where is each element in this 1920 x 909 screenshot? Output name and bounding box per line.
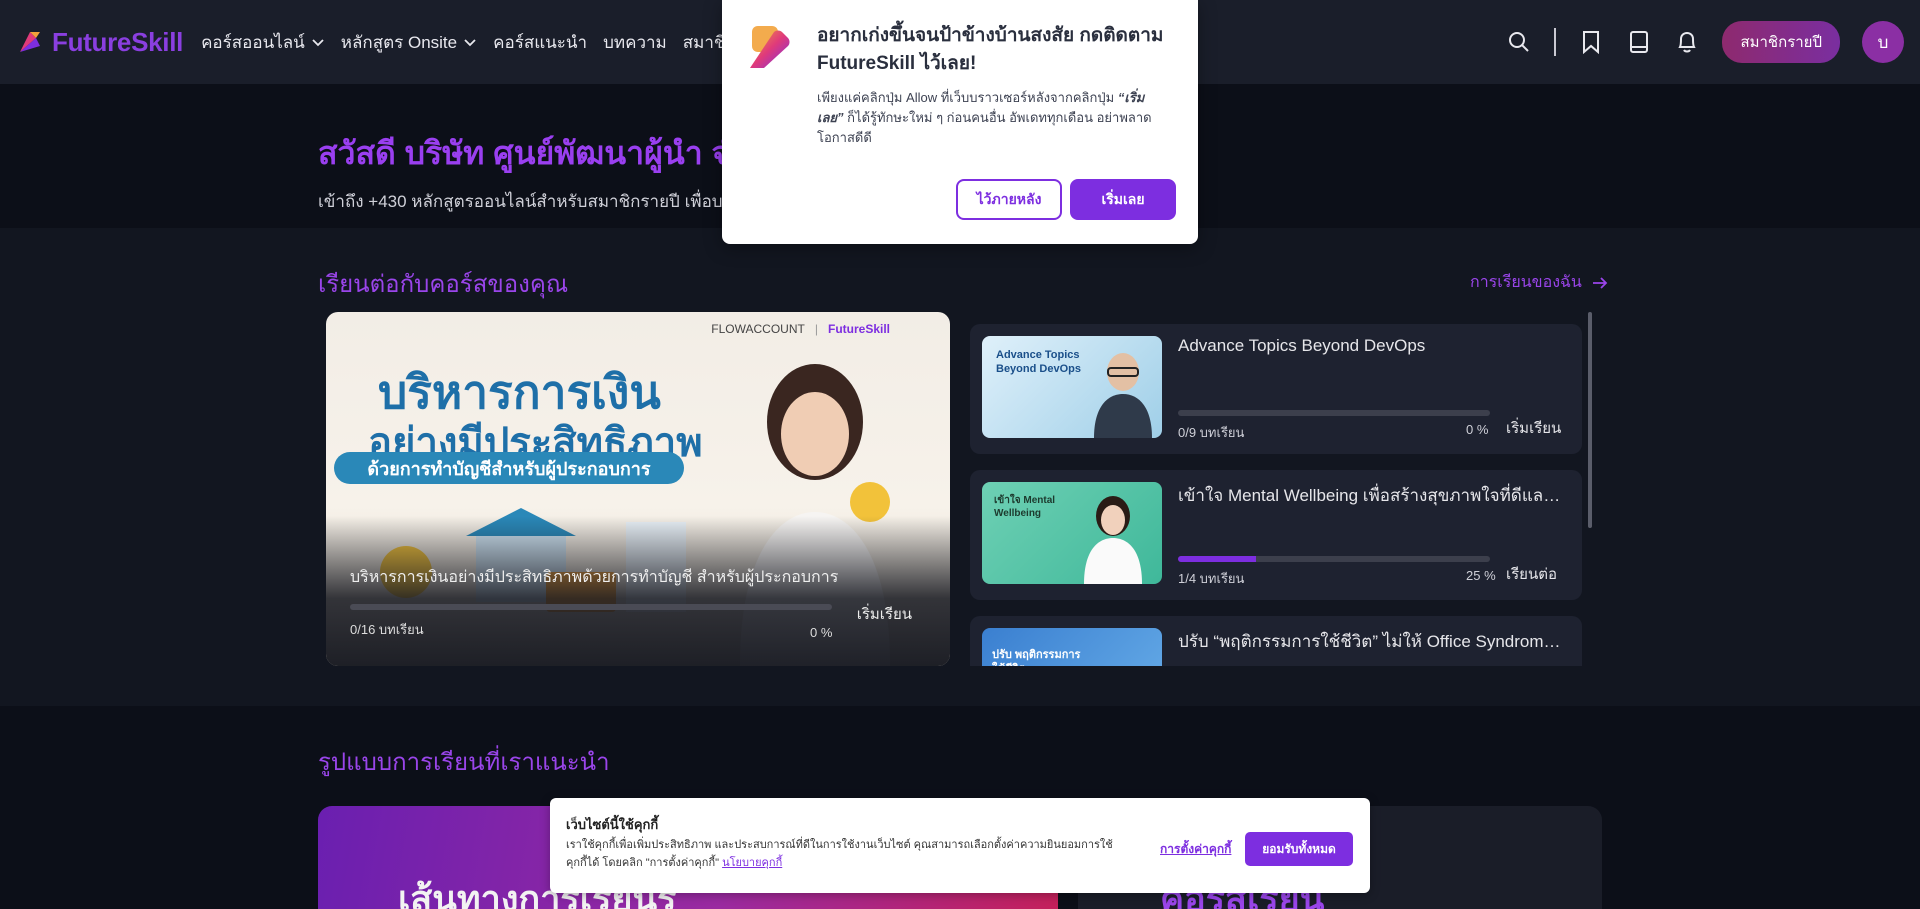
nav-online-courses[interactable]: คอร์สออนไลน์ bbox=[201, 29, 325, 56]
course-start-button[interactable]: เริ่มเรียน bbox=[1506, 416, 1561, 440]
course-thumbnail: ปรับ พฤติกรรมการใช้ชีวิต bbox=[982, 628, 1162, 666]
nav-right-actions: สมาชิกรายปี บ bbox=[1506, 0, 1904, 84]
featured-progress-percent: 0 % bbox=[810, 625, 833, 640]
cookie-settings-link[interactable]: การตั้งค่าคุกกี้ bbox=[1160, 840, 1231, 859]
featured-lesson-count: 0/16 บทเรียน bbox=[350, 622, 424, 637]
course-list: Advance Topics Beyond DevOps Advance Top… bbox=[970, 312, 1590, 666]
avatar[interactable]: บ bbox=[1862, 21, 1904, 63]
course-lesson-count: 0/9 บทเรียน bbox=[1178, 425, 1245, 440]
nav-divider bbox=[1554, 28, 1557, 56]
chevron-down-icon bbox=[312, 39, 324, 47]
course-thumbnail: Advance Topics Beyond DevOps bbox=[982, 336, 1162, 438]
instructor-photo bbox=[1094, 353, 1152, 438]
push-notification-modal: อยากเก่งขึ้นจนป้าข้างบ้านสงสัย กดติดตาม … bbox=[722, 0, 1198, 244]
course-list-scrollbar[interactable] bbox=[1588, 312, 1592, 528]
course-title: เข้าใจ Mental Wellbeing เพื่อสร้างสุขภาพ… bbox=[1178, 486, 1568, 505]
course-thumbnail-text: Advance Topics Beyond DevOps bbox=[996, 349, 1081, 375]
featured-start-button[interactable]: เริ่มเรียน bbox=[857, 602, 912, 626]
nav-articles-label: บทความ bbox=[603, 32, 667, 52]
nav-onsite-courses[interactable]: หลักสูตร Onsite bbox=[341, 29, 477, 56]
nav-articles[interactable]: บทความ bbox=[603, 29, 667, 56]
push-modal-body: เพียงแค่คลิกปุ่ม Allow ที่เว็บบราวเซอร์ห… bbox=[817, 88, 1167, 148]
my-learning-link[interactable]: การเรียนของฉัน bbox=[1470, 270, 1608, 295]
cookie-banner: เว็บไซต์นี้ใช้คุกกี้ เราใช้คุกกี้เพื่อเพ… bbox=[550, 798, 1370, 893]
course-card[interactable]: เข้าใจ Mental Wellbeing เข้าใจ Mental We… bbox=[970, 470, 1582, 600]
course-thumbnail-text: เข้าใจ Mental Wellbeing bbox=[994, 495, 1056, 519]
course-progress-fill bbox=[1178, 556, 1256, 562]
push-body-suffix: ก็ได้รู้ทักษะใหม่ ๆ ก่อนคนอื่น อัพเดททุก… bbox=[817, 110, 1152, 145]
course-title: Advance Topics Beyond DevOps bbox=[1178, 336, 1426, 355]
course-continue-button[interactable]: เรียนต่อ bbox=[1506, 562, 1557, 586]
course-progress-percent: 25 % bbox=[1466, 568, 1496, 583]
thumbnail-brand-row: FLOWACCOUNT | FutureSkill bbox=[711, 322, 890, 336]
thumbnail-ribbon: ด้วยการทำบัญชีสำหรับผู้ประกอบการ bbox=[334, 452, 684, 484]
futureskill-logo-icon bbox=[20, 32, 40, 52]
course-lesson-count: 1/4 บทเรียน bbox=[1178, 571, 1245, 586]
instructor-photo bbox=[1084, 496, 1142, 584]
featured-course-title: บริหารการเงินอย่างมีประสิทธิภาพด้วยการทำ… bbox=[350, 569, 839, 586]
hero-subtitle: เข้าถึง +430 หลักสูตรออนไลน์สำหรับสมาชิก… bbox=[318, 192, 768, 211]
course-thumbnail: เข้าใจ Mental Wellbeing bbox=[982, 482, 1162, 584]
arrow-right-icon bbox=[1592, 276, 1608, 289]
nav-recommended-label: คอร์สแนะนำ bbox=[493, 32, 588, 52]
featured-overlay bbox=[326, 516, 950, 666]
course-card[interactable]: ปรับ พฤติกรรมการใช้ชีวิต ปรับ “พฤติกรรมก… bbox=[970, 616, 1582, 666]
cookie-banner-text: เราใช้คุกกี้เพื่อเพิ่มประสิทธิภาพ และประ… bbox=[566, 836, 1126, 872]
bookmark-icon[interactable] bbox=[1578, 29, 1604, 55]
recommend-section-title: รูปแบบการเรียนที่เราแนะนำ bbox=[318, 749, 610, 776]
course-progress-percent: 0 % bbox=[1466, 422, 1489, 437]
search-icon[interactable] bbox=[1506, 29, 1532, 55]
course-title: ปรับ “พฤติกรรมการใช้ชีวิต” ไม่ให้ Office… bbox=[1178, 632, 1568, 651]
my-learning-label: การเรียนของฉัน bbox=[1470, 274, 1582, 291]
continue-section-title: เรียนต่อกับคอร์สของคุณ bbox=[318, 271, 569, 298]
logo[interactable]: FutureSkill bbox=[16, 27, 183, 58]
nav-recommended[interactable]: คอร์สแนะนำ bbox=[493, 29, 587, 56]
nav-online-courses-label: คอร์สออนไลน์ bbox=[201, 32, 305, 52]
course-progress-bar bbox=[1178, 410, 1490, 416]
course-thumbnail-text: ปรับ พฤติกรรมการใช้ชีวิต bbox=[992, 649, 1081, 666]
later-button[interactable]: ไว้ภายหลัง bbox=[956, 179, 1062, 220]
member-button[interactable]: สมาชิกรายปี bbox=[1722, 21, 1840, 63]
cookie-banner-title: เว็บไซต์นี้ใช้คุกกี้ bbox=[566, 817, 659, 832]
bell-icon[interactable] bbox=[1674, 29, 1700, 55]
cookie-policy-link[interactable]: นโยบายคุกกี้ bbox=[722, 857, 782, 869]
course-progress-bar bbox=[1178, 556, 1490, 562]
nav-onsite-courses-label: หลักสูตร Onsite bbox=[340, 32, 458, 52]
featured-course-card[interactable]: FLOWACCOUNT | FutureSkill บริหารการเงิน … bbox=[326, 312, 950, 666]
book-icon[interactable] bbox=[1626, 29, 1652, 55]
cookie-text-body: เราใช้คุกกี้เพื่อเพิ่มประสิทธิภาพ และประ… bbox=[566, 839, 1113, 869]
featured-progress-bar bbox=[350, 604, 832, 610]
chevron-down-icon bbox=[464, 39, 476, 47]
flowaccount-logo: FLOWACCOUNT bbox=[711, 322, 805, 336]
accept-all-button[interactable]: ยอมรับทั้งหมด bbox=[1245, 832, 1353, 866]
futureskill-logo-icon bbox=[750, 26, 790, 68]
hero-greeting: สวัสดี บริษัท ศูนย์พัฒนาผู้นำ จำ bbox=[318, 135, 749, 171]
push-modal-title: อยากเก่งขึ้นจนป้าข้างบ้านสงสัย กดติดตาม … bbox=[817, 25, 1164, 74]
course-card[interactable]: Advance Topics Beyond DevOps Advance Top… bbox=[970, 324, 1582, 454]
logo-text: FutureSkill bbox=[52, 26, 184, 57]
futureskill-brand: FutureSkill bbox=[827, 322, 890, 336]
push-body-prefix: เพียงแค่คลิกปุ่ม Allow ที่เว็บบราวเซอร์ห… bbox=[817, 90, 1115, 105]
start-button[interactable]: เริ่มเลย bbox=[1070, 179, 1176, 220]
